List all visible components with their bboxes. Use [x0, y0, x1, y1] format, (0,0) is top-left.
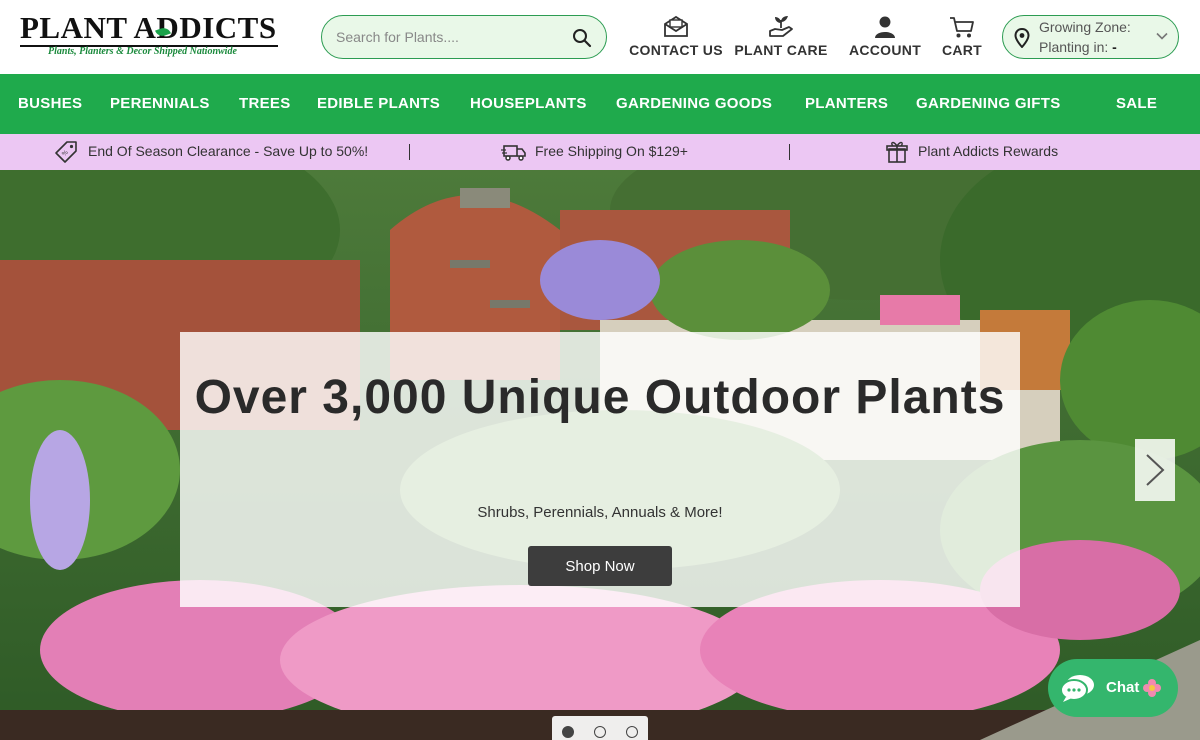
category-gardening-goods[interactable]: GARDENING GOODS — [616, 95, 772, 112]
category-bushes[interactable]: BUSHES — [18, 95, 82, 112]
search-bar — [321, 15, 607, 59]
category-nav: BUSHES PERENNIALS TREES EDIBLE PLANTS HO… — [0, 74, 1200, 134]
plant-care-link[interactable]: PLANT CARE — [733, 14, 829, 60]
flower-icon — [1143, 679, 1161, 697]
category-trees[interactable]: TREES — [239, 95, 291, 112]
site-header: PLANT ADDICTS Plants, Planters & Decor S… — [0, 0, 1200, 74]
hero-title: Over 3,000 Unique Outdoor Plants — [194, 371, 1006, 424]
search-input[interactable] — [336, 26, 566, 48]
planting-in-label: Planting in: - — [1039, 39, 1117, 55]
growing-zone-selector[interactable]: Growing Zone: Planting in: - — [1002, 15, 1179, 59]
hand-plant-icon — [769, 16, 793, 37]
promo-rewards-text: Plant Addicts Rewards — [918, 143, 1059, 159]
category-gardening-gifts[interactable]: GARDENING GIFTS — [916, 95, 1061, 112]
promo-rewards[interactable]: Plant Addicts Rewards — [886, 141, 1059, 163]
category-planters[interactable]: PLANTERS — [805, 95, 888, 112]
gift-icon — [886, 141, 908, 163]
contact-us-link[interactable]: CONTACT US — [628, 14, 724, 60]
planting-in-value: - — [1112, 39, 1117, 55]
account-label: ACCOUNT — [848, 42, 922, 58]
cart-link[interactable]: CART — [938, 14, 986, 60]
hero-subtitle: Shrubs, Perennials, Annuals & More! — [477, 504, 723, 521]
hero-carousel: Over 3,000 Unique Outdoor Plants Shrubs,… — [0, 170, 1200, 740]
category-sale[interactable]: SALE — [1116, 95, 1157, 112]
growing-zone-label: Growing Zone: — [1039, 19, 1131, 35]
shop-now-button[interactable]: Shop Now — [528, 546, 672, 586]
chat-label: Chat — [1106, 679, 1140, 696]
chat-bubble-icon — [1060, 675, 1094, 702]
cart-icon — [950, 17, 974, 38]
category-perennials[interactable]: PERENNIALS — [110, 95, 210, 112]
chevron-down-icon — [1156, 32, 1168, 40]
promo-divider — [409, 144, 410, 160]
plant-care-label: PLANT CARE — [734, 42, 828, 58]
svg-text:%: % — [61, 149, 70, 158]
promo-bar: % End Of Season Clearance - Save Up to 5… — [0, 134, 1200, 170]
promo-divider — [789, 144, 790, 160]
logo-wordmark: PLANT ADDICTS — [20, 10, 277, 45]
truck-icon — [501, 145, 526, 161]
carousel-dot[interactable] — [594, 726, 606, 738]
account-link[interactable]: ACCOUNT — [846, 14, 924, 60]
chevron-right-icon — [1146, 454, 1165, 486]
category-houseplants[interactable]: HOUSEPLANTS — [470, 95, 587, 112]
carousel-dot[interactable] — [562, 726, 574, 738]
promo-free-shipping-text: Free Shipping On $129+ — [535, 143, 688, 159]
promo-clearance[interactable]: % End Of Season Clearance - Save Up to 5… — [55, 141, 369, 163]
cart-label: CART — [941, 42, 983, 58]
user-icon — [875, 16, 895, 38]
promo-clearance-text: End Of Season Clearance - Save Up to 50%… — [88, 143, 369, 159]
carousel-dot[interactable] — [626, 726, 638, 738]
contact-us-label: CONTACT US — [629, 42, 723, 58]
logo[interactable]: PLANT ADDICTS Plants, Planters & Decor S… — [20, 12, 280, 60]
logo-tagline: Plants, Planters & Decor Shipped Nationw… — [48, 46, 237, 57]
tag-icon: % — [55, 141, 77, 163]
map-pin-icon — [1014, 28, 1030, 48]
category-edible-plants[interactable]: EDIBLE PLANTS — [317, 95, 440, 112]
envelope-icon — [664, 15, 688, 37]
promo-free-shipping[interactable]: Free Shipping On $129+ — [501, 143, 688, 161]
hero-banner: Over 3,000 Unique Outdoor Plants Shrubs,… — [180, 332, 1020, 607]
chat-button[interactable]: Chat — [1048, 659, 1178, 717]
search-icon[interactable] — [572, 28, 592, 48]
carousel-next-button[interactable] — [1135, 439, 1175, 501]
carousel-pagination — [552, 716, 648, 740]
